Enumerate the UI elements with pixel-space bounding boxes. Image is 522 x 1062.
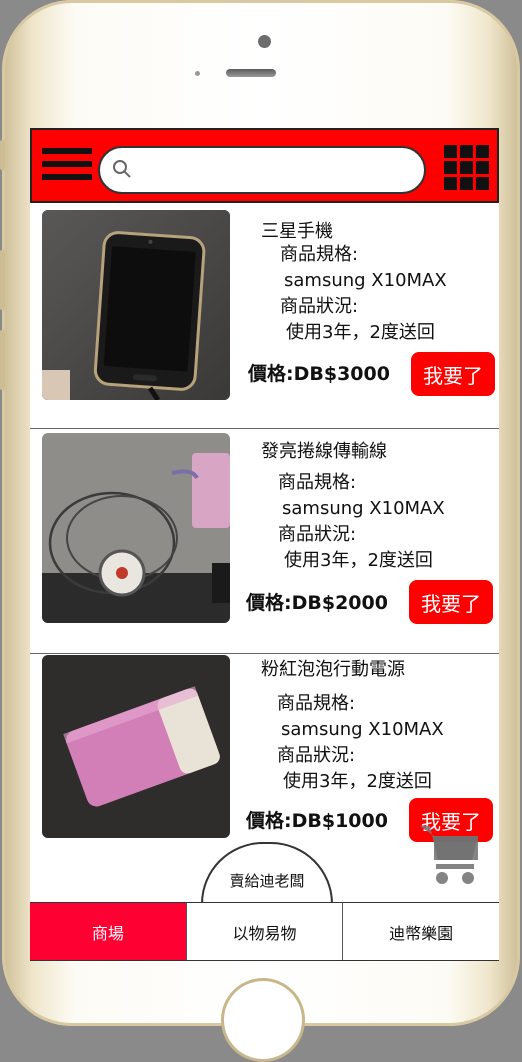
app-header	[30, 128, 499, 203]
spec-label: 商品規格:	[277, 693, 356, 714]
condition-label: 商品狀況:	[278, 524, 357, 545]
spec-label: 商品規格:	[278, 472, 357, 493]
product-photo-phone	[42, 210, 230, 400]
condition-value: 使用3年，2度送回	[286, 322, 435, 343]
search-bar	[98, 146, 426, 194]
search-input[interactable]	[140, 154, 410, 186]
cart-icon[interactable]	[418, 818, 482, 888]
tab-barter[interactable]: 以物易物	[186, 903, 344, 960]
front-camera	[258, 35, 271, 48]
product-name: 粉紅泡泡行動電源	[261, 659, 405, 680]
product-name: 發亮捲線傳輸線	[261, 441, 387, 462]
buy-button[interactable]: 我要了	[409, 580, 493, 624]
spec-label: 商品規格:	[280, 244, 359, 265]
mute-switch	[0, 140, 5, 170]
sensor-dot	[195, 71, 200, 76]
app-screen: 三星手機 商品規格: samsung X10MAX 商品狀況: 使用3年，2度送…	[30, 128, 499, 961]
menu-icon[interactable]	[42, 148, 92, 184]
spec-value: samsung X10MAX	[281, 719, 444, 740]
product-item: 發亮捲線傳輸線 商品規格: samsung X10MAX 商品狀況: 使用3年，…	[30, 430, 499, 654]
product-name: 三星手機	[261, 221, 333, 242]
grid-icon[interactable]	[444, 145, 489, 190]
spec-value: samsung X10MAX	[284, 270, 447, 291]
product-item: 三星手機 商品規格: samsung X10MAX 商品狀況: 使用3年，2度送…	[30, 205, 499, 429]
tab-coin-park[interactable]: 迪幣樂園	[343, 903, 499, 960]
volume-up-button	[0, 250, 5, 310]
condition-value: 使用3年，2度送回	[284, 550, 433, 571]
condition-value: 使用3年，2度送回	[283, 771, 432, 792]
condition-label: 商品狀況:	[277, 745, 356, 766]
earpiece-speaker	[226, 69, 276, 77]
buy-button[interactable]: 我要了	[411, 352, 495, 396]
product-price: 價格:DB$2000	[246, 592, 388, 614]
product-photo-powerbank	[42, 655, 230, 838]
condition-label: 商品狀況:	[280, 296, 359, 317]
product-price: 價格:DB$1000	[246, 810, 388, 832]
product-photo-cable	[42, 433, 230, 623]
search-icon[interactable]	[112, 159, 132, 179]
volume-down-button	[0, 330, 5, 390]
product-price: 價格:DB$3000	[248, 363, 390, 385]
home-button[interactable]	[221, 978, 305, 1062]
tab-mall[interactable]: 商場	[30, 903, 187, 960]
bottom-nav: 商場 以物易物 迪幣樂園	[30, 902, 499, 961]
spec-value: samsung X10MAX	[282, 498, 445, 519]
